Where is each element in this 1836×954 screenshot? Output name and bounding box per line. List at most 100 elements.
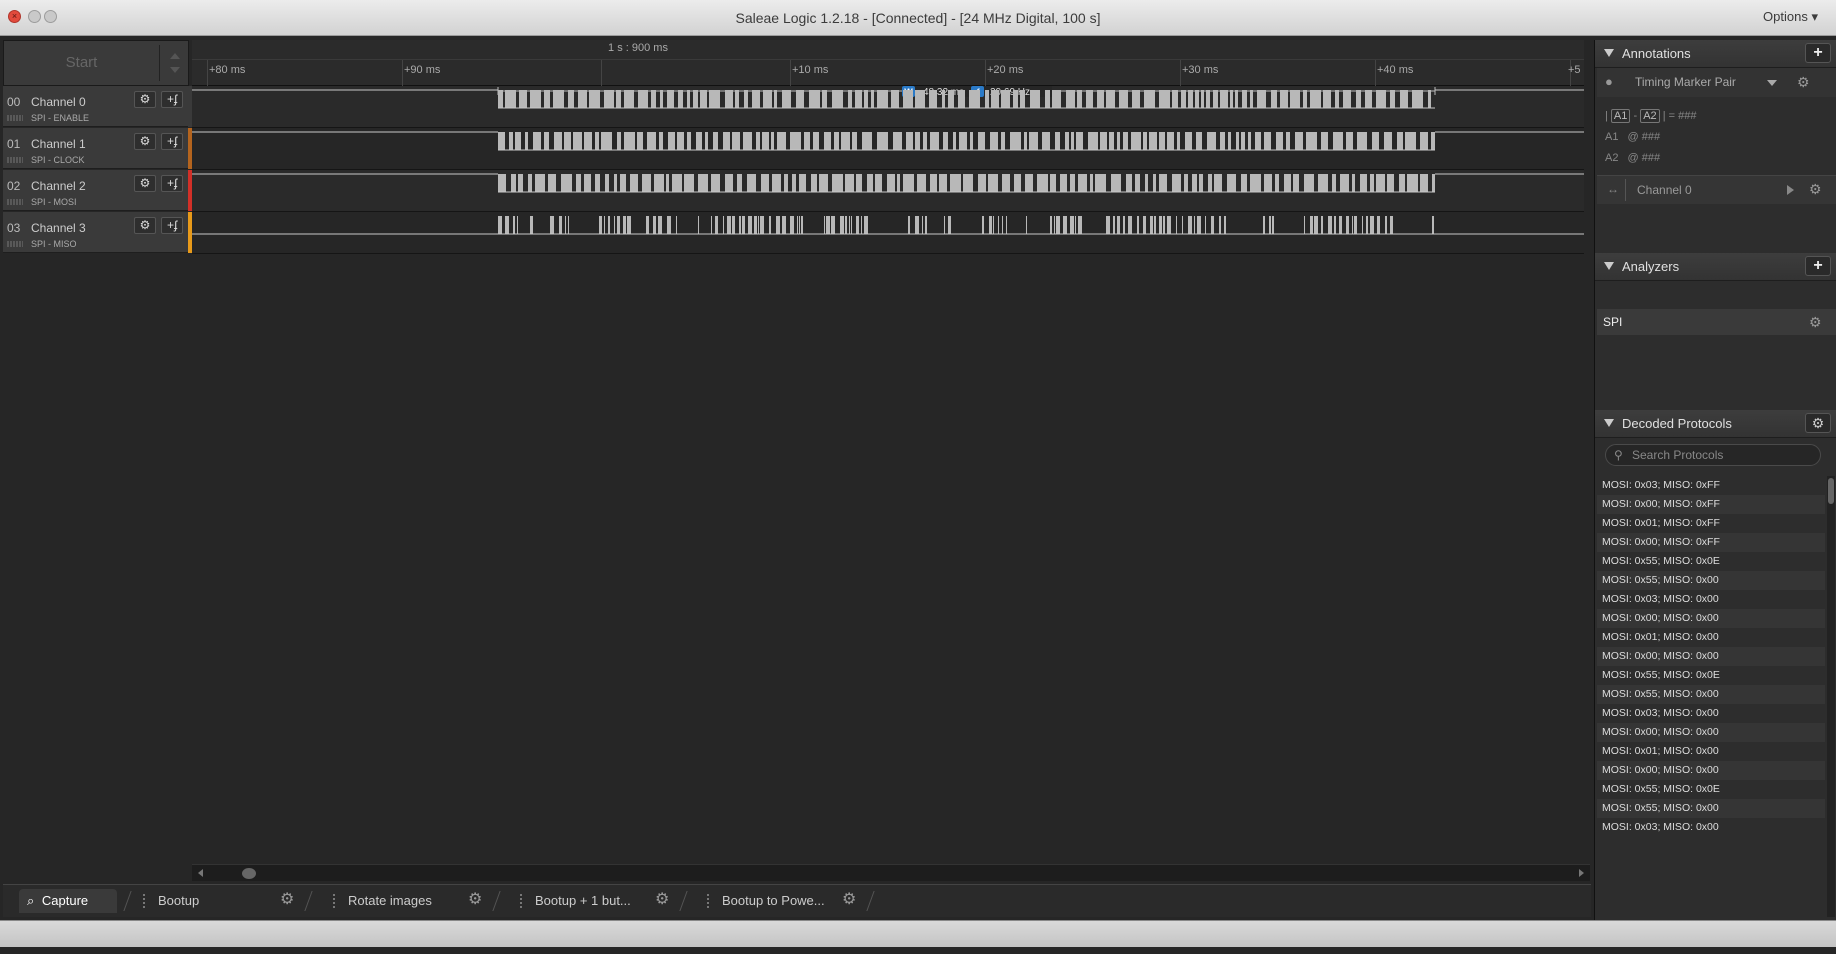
channel-name[interactable]: Channel 1 xyxy=(31,137,86,151)
gear-icon[interactable]: ⚙ xyxy=(842,889,856,909)
decoded-row[interactable]: MOSI: 0x55; MISO: 0x0E xyxy=(1597,666,1825,685)
signal-pulse xyxy=(584,132,592,150)
analyzers-header[interactable]: Analyzers + xyxy=(1595,253,1836,281)
timeline-ruler[interactable]: 1 s : 900 ms +80 ms +90 ms +10 ms +20 ms… xyxy=(192,40,1584,86)
channel-name[interactable]: Channel 2 xyxy=(31,179,86,193)
decoded-row[interactable]: MOSI: 0x00; MISO: 0xFF xyxy=(1597,495,1825,514)
decoded-row[interactable]: MOSI: 0x03; MISO: 0xFF xyxy=(1597,476,1825,495)
signal-pulse xyxy=(917,174,926,192)
decoded-row[interactable]: MOSI: 0x00; MISO: 0xFF xyxy=(1597,533,1825,552)
signal-pulse xyxy=(616,90,621,108)
collapse-triangle-icon[interactable] xyxy=(1604,262,1614,270)
add-analyzer-button[interactable]: + xyxy=(1805,256,1831,276)
start-button[interactable]: Start xyxy=(4,41,159,85)
drag-handle-icon[interactable] xyxy=(520,894,522,908)
drag-handle-icon[interactable] xyxy=(707,894,709,908)
signal-pulse xyxy=(561,174,572,192)
tab-capture[interactable]: ⌕ Capture xyxy=(19,889,117,913)
tab-rotate-images[interactable]: Rotate images xyxy=(336,889,466,913)
collapse-triangle-icon[interactable] xyxy=(1604,419,1614,427)
options-menu[interactable]: Options ▾ xyxy=(1763,0,1818,36)
channel-row[interactable]: 01 Channel 1 SPI - CLOCK ⚙ +ʄ xyxy=(3,128,189,169)
timeline-scrollbar[interactable] xyxy=(192,864,1590,881)
channel-row[interactable]: 03 Channel 3 SPI - MISO ⚙ +ʄ xyxy=(3,212,189,253)
signal-pulse xyxy=(1006,216,1007,234)
signal-pulse xyxy=(513,216,515,234)
timing-marker-pair-row[interactable]: ● Timing Marker Pair ⚙ xyxy=(1597,68,1836,97)
trigger-button[interactable]: +ʄ xyxy=(161,175,183,192)
scroll-right-icon[interactable] xyxy=(1579,869,1584,877)
annotations-header[interactable]: Annotations + xyxy=(1595,40,1836,68)
decoded-settings-button[interactable]: ⚙ xyxy=(1805,413,1831,433)
decoded-row[interactable]: MOSI: 0x00; MISO: 0x00 xyxy=(1597,761,1825,780)
channel-name[interactable]: Channel 0 xyxy=(31,95,86,109)
trigger-button[interactable]: +ʄ xyxy=(161,133,183,150)
analyzer-name: SPI xyxy=(1603,315,1623,329)
gear-icon[interactable]: ⚙ xyxy=(280,889,294,909)
a2-marker-button[interactable]: A2 xyxy=(1640,109,1660,123)
scroll-left-icon[interactable] xyxy=(198,869,203,877)
channel-settings-button[interactable]: ⚙ xyxy=(134,217,156,234)
decoded-protocols-list[interactable]: MOSI: 0x03; MISO: 0xFF MOSI: 0x00; MISO: … xyxy=(1597,476,1825,954)
gear-icon[interactable]: ⚙ xyxy=(1797,74,1810,91)
chevron-down-icon[interactable] xyxy=(170,67,180,73)
decoded-row[interactable]: MOSI: 0x00; MISO: 0x00 xyxy=(1597,723,1825,742)
chevron-up-icon[interactable] xyxy=(170,53,180,59)
chevron-down-icon[interactable] xyxy=(1767,80,1777,86)
gear-icon[interactable]: ⚙ xyxy=(655,889,669,909)
scroll-thumb[interactable] xyxy=(242,868,256,879)
add-annotation-button[interactable]: + xyxy=(1805,43,1831,63)
signal-pulse xyxy=(1304,174,1314,192)
signal-pulse xyxy=(1213,90,1218,108)
decoded-row[interactable]: MOSI: 0x03; MISO: 0x00 xyxy=(1597,704,1825,723)
channel-settings-button[interactable]: ⚙ xyxy=(134,175,156,192)
gear-icon[interactable]: ⚙ xyxy=(1809,314,1822,331)
gear-icon[interactable]: ⚙ xyxy=(468,889,482,909)
channel-row[interactable]: 00 Channel 0 SPI - ENABLE ⚙ +ʄ xyxy=(3,86,189,127)
drag-handle-icon[interactable] xyxy=(7,241,23,247)
channel-row[interactable]: 02 Channel 2 SPI - MOSI ⚙ +ʄ xyxy=(3,170,189,211)
signal-pulse xyxy=(1340,174,1349,192)
drag-handle-icon[interactable] xyxy=(7,199,23,205)
decoded-row[interactable]: MOSI: 0x01; MISO: 0x00 xyxy=(1597,628,1825,647)
channel-name[interactable]: Channel 3 xyxy=(31,221,86,235)
drag-handle-icon[interactable] xyxy=(143,894,145,908)
decoded-row[interactable]: MOSI: 0x55; MISO: 0x0E xyxy=(1597,780,1825,799)
decoded-row[interactable]: MOSI: 0x03; MISO: 0x00 xyxy=(1597,818,1825,837)
tab-bootup-button[interactable]: Bootup + 1 but... xyxy=(523,889,653,913)
decoded-list-scrollbar[interactable] xyxy=(1827,476,1835,917)
channel-settings-button[interactable]: ⚙ xyxy=(134,91,156,108)
tab-bootup[interactable]: Bootup xyxy=(146,889,276,913)
measurement-channel-row[interactable]: ↔ Channel 0 ⚙ xyxy=(1597,175,1836,204)
signal-pulse xyxy=(1117,132,1120,150)
channel-settings-button[interactable]: ⚙ xyxy=(134,133,156,150)
a1-marker-button[interactable]: A1 xyxy=(1610,109,1631,123)
drag-handle-icon[interactable] xyxy=(333,894,335,908)
decoded-row[interactable]: MOSI: 0x55; MISO: 0x00 xyxy=(1597,571,1825,590)
decoded-row[interactable]: MOSI: 0x01; MISO: 0xFF xyxy=(1597,514,1825,533)
decoded-row[interactable]: MOSI: 0x00; MISO: 0x00 xyxy=(1597,647,1825,666)
signal-pulse xyxy=(554,132,562,150)
trigger-button[interactable]: +ʄ xyxy=(161,217,183,234)
tick-label: +5 xyxy=(1568,64,1581,76)
decoded-row[interactable]: MOSI: 0x03; MISO: 0x00 xyxy=(1597,590,1825,609)
drag-handle-icon[interactable] xyxy=(7,115,23,121)
decoded-row[interactable]: MOSI: 0x55; MISO: 0x00 xyxy=(1597,685,1825,704)
decoded-row[interactable]: MOSI: 0x01; MISO: 0x00 xyxy=(1597,742,1825,761)
decoded-row[interactable]: MOSI: 0x00; MISO: 0x00 xyxy=(1597,609,1825,628)
collapse-triangle-icon[interactable] xyxy=(1604,49,1614,57)
analyzer-item[interactable]: SPI ⚙ xyxy=(1597,309,1836,335)
title-bar: × Saleae Logic 1.2.18 - [Connected] - [2… xyxy=(0,0,1836,36)
decoded-protocols-header[interactable]: Decoded Protocols ⚙ xyxy=(1595,410,1836,438)
trigger-button[interactable]: +ʄ xyxy=(161,91,183,108)
play-icon[interactable] xyxy=(1787,185,1794,195)
drag-handle-icon[interactable] xyxy=(7,157,23,163)
signal-pulse xyxy=(748,216,752,234)
decoded-row[interactable]: MOSI: 0x55; MISO: 0x0E xyxy=(1597,552,1825,571)
waveform-view[interactable]: W 48.32 ms f 20.69 Hz xyxy=(192,86,1584,256)
search-protocols-input[interactable]: ⚲ Search Protocols xyxy=(1605,444,1821,466)
gear-icon[interactable]: ⚙ xyxy=(1809,181,1822,198)
scroll-thumb[interactable] xyxy=(1828,478,1834,504)
tab-bootup-to-power[interactable]: Bootup to Powe... xyxy=(710,889,840,913)
decoded-row[interactable]: MOSI: 0x55; MISO: 0x00 xyxy=(1597,799,1825,818)
